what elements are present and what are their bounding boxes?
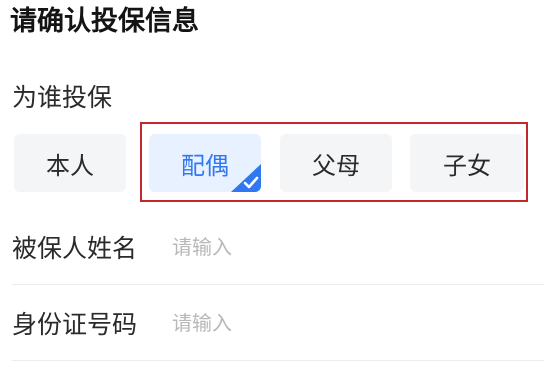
option-parents[interactable]: 父母	[280, 134, 392, 192]
option-self-label: 本人	[46, 151, 94, 180]
option-parents-label: 父母	[312, 151, 360, 180]
option-children[interactable]: 子女	[410, 134, 524, 192]
checkmark-corner-icon	[231, 164, 261, 192]
insured-name-input[interactable]	[172, 235, 472, 259]
insured-name-label: 被保人姓名	[12, 234, 138, 263]
insured-for-label: 为谁投保	[12, 83, 113, 112]
divider	[12, 284, 544, 285]
id-number-row: 身份证号码	[12, 297, 532, 349]
insured-name-row: 被保人姓名	[12, 221, 532, 273]
divider	[12, 360, 544, 361]
option-spouse[interactable]: 配偶	[149, 134, 261, 192]
id-number-input[interactable]	[172, 311, 472, 335]
page-title: 请确认投保信息	[10, 6, 199, 37]
option-self[interactable]: 本人	[14, 134, 126, 192]
id-number-label: 身份证号码	[12, 310, 138, 339]
option-children-label: 子女	[443, 151, 491, 180]
option-spouse-label: 配偶	[181, 151, 229, 180]
